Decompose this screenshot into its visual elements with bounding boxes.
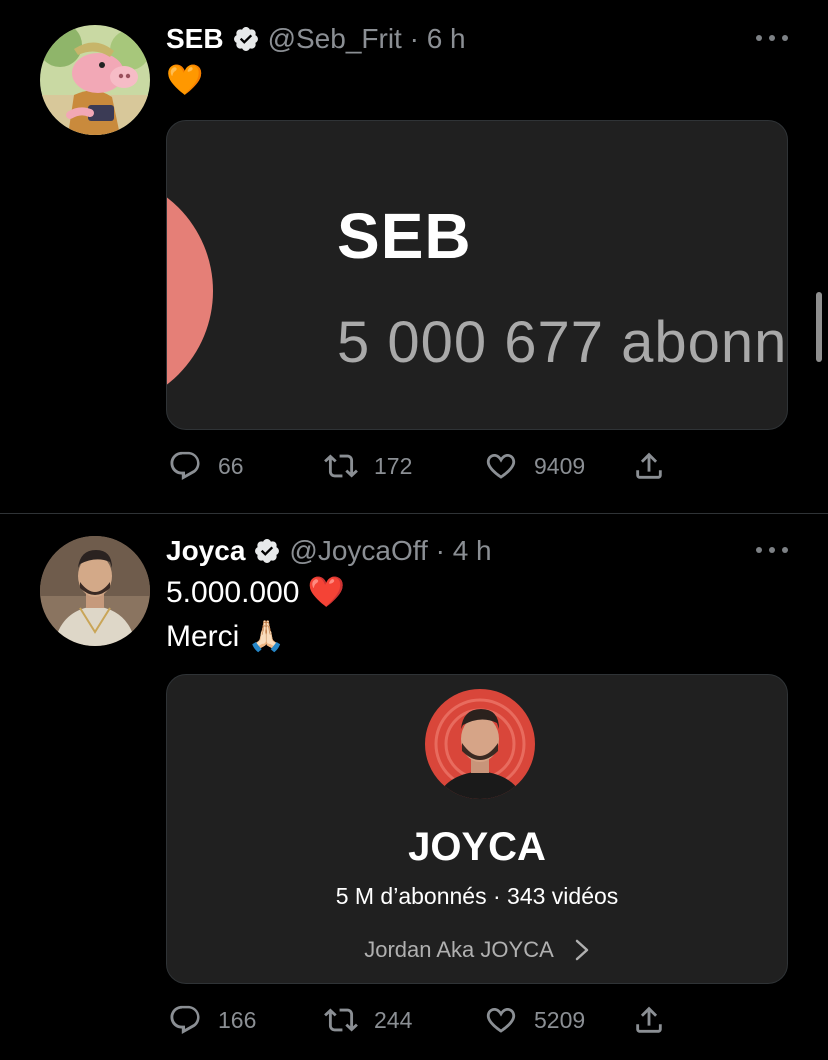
like-icon xyxy=(486,453,516,479)
scrollbar[interactable] xyxy=(816,292,822,362)
channel-avatar xyxy=(425,689,535,799)
media-card[interactable]: JOYCA 5 M d’abonnés · 343 vidéos Jordan … xyxy=(166,674,788,984)
reply-count: 66 xyxy=(218,452,244,479)
channel-link[interactable]: Jordan Aka JOYCA xyxy=(167,937,787,963)
retweet-icon xyxy=(324,454,358,478)
verified-icon xyxy=(253,537,281,565)
like-icon xyxy=(486,1007,516,1033)
share-button[interactable] xyxy=(632,1000,666,1040)
tweet-header: SEB @Seb_Frit · 6 h xyxy=(166,22,466,56)
tweet-actions: 166 244 5209 xyxy=(166,1000,686,1040)
avatar[interactable] xyxy=(40,536,150,646)
retweet-button[interactable]: 172 xyxy=(324,446,412,486)
handle-and-time[interactable]: @Seb_Frit · 6 h xyxy=(268,23,466,55)
subscriber-count: 5 000 677 abonn xyxy=(337,310,788,375)
channel-stats: 5 M d’abonnés · 343 vidéos xyxy=(335,883,619,909)
like-button[interactable]: 5209 xyxy=(484,1000,585,1040)
tweet-actions: 66 172 9409 xyxy=(166,446,686,486)
chevron-right-icon xyxy=(575,939,589,961)
tweet-text-line: 5.000.000 ❤️ xyxy=(166,576,346,609)
retweet-button[interactable]: 244 xyxy=(324,1000,412,1040)
reply-icon xyxy=(170,451,200,480)
more-icon[interactable] xyxy=(756,544,788,556)
share-icon xyxy=(636,452,662,479)
reply-icon xyxy=(170,1005,200,1034)
avatar[interactable] xyxy=(40,25,150,135)
channel-name: JOYCA xyxy=(408,825,546,869)
channel-link-label: Jordan Aka JOYCA xyxy=(364,937,554,962)
channel-name: SEB xyxy=(337,200,472,272)
tweet-text-line: Merci 🙏🏻 xyxy=(166,620,286,653)
channel-avatar-fragment xyxy=(167,173,213,409)
share-icon xyxy=(636,1006,662,1033)
reply-count: 166 xyxy=(218,1006,257,1033)
retweet-count: 172 xyxy=(374,452,413,479)
tweet[interactable]: SEB @Seb_Frit · 6 h 🧡 SEB 5 000 677 abon… xyxy=(0,0,828,512)
verified-icon xyxy=(232,25,260,53)
handle-and-time[interactable]: @JoycaOff · 4 h xyxy=(289,535,491,567)
more-icon[interactable] xyxy=(756,32,788,44)
media-card[interactable]: SEB 5 000 677 abonn xyxy=(166,120,788,430)
like-button[interactable]: 9409 xyxy=(484,446,585,486)
tweet-text: 🧡 xyxy=(166,64,204,97)
author-name[interactable]: Joyca xyxy=(166,535,245,567)
tweet[interactable]: Joyca @JoycaOff · 4 h 5.000.000 ❤️ Merci… xyxy=(0,514,828,1060)
share-button[interactable] xyxy=(632,446,666,486)
like-count: 5209 xyxy=(534,1006,586,1033)
reply-button[interactable]: 66 xyxy=(168,446,244,486)
tweet-header: Joyca @JoycaOff · 4 h xyxy=(166,534,492,568)
author-name[interactable]: SEB xyxy=(166,23,224,55)
like-count: 9409 xyxy=(534,452,586,479)
retweet-count: 244 xyxy=(374,1006,413,1033)
retweet-icon xyxy=(324,1008,358,1032)
reply-button[interactable]: 166 xyxy=(168,1000,256,1040)
